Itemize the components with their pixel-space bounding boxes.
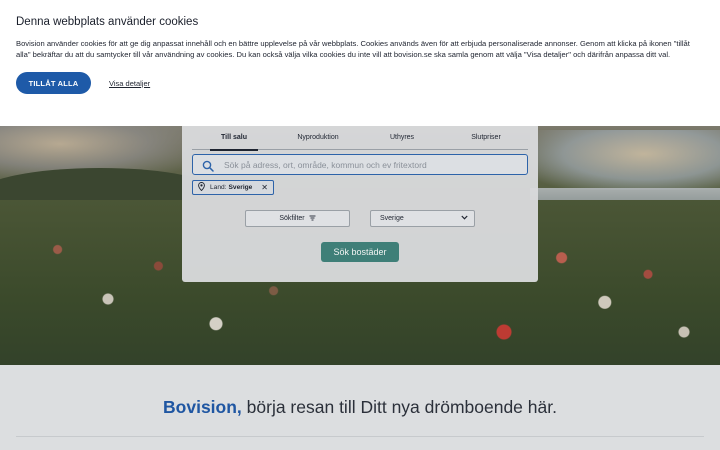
close-icon[interactable]: ✕: [261, 183, 268, 192]
search-box[interactable]: [192, 154, 528, 175]
tagline-text: börja resan till Ditt nya drömboende här…: [241, 397, 557, 417]
tab-till-salu[interactable]: Till salu: [192, 134, 276, 151]
search-submit-button[interactable]: Sök bostäder: [321, 242, 399, 262]
tagline-section: Bovision, börja resan till Ditt nya dröm…: [0, 365, 720, 450]
cookie-banner: Denna webbplats använder cookies Bovisio…: [0, 0, 720, 126]
search-icon: [202, 159, 214, 172]
chip-label: Land:: [210, 184, 227, 191]
tagline: Bovision, börja resan till Ditt nya dröm…: [0, 397, 720, 418]
country-chip[interactable]: Land: Sverige ✕: [192, 180, 274, 195]
filter-icon: [309, 215, 316, 223]
show-details-link[interactable]: Visa detaljer: [109, 79, 150, 88]
search-tabs: Till salu Nyproduktion Uthyres Slutprise…: [192, 134, 528, 151]
country-select-value: Sverige: [380, 215, 404, 222]
search-input[interactable]: [224, 159, 524, 170]
cookie-text: Bovision använder cookies för att ge dig…: [16, 39, 690, 59]
tagline-brand: Bovision,: [163, 397, 242, 417]
tab-nyproduktion[interactable]: Nyproduktion: [276, 134, 360, 149]
tab-slutpriser[interactable]: Slutpriser: [444, 134, 528, 149]
accept-all-button[interactable]: TILLÅT ALLA: [16, 72, 91, 94]
hero-sky-right: [530, 130, 720, 190]
search-filter-button[interactable]: Sökfilter: [245, 210, 350, 227]
cookie-actions: TILLÅT ALLA Visa detaljer: [16, 72, 704, 94]
tab-uthyres[interactable]: Uthyres: [360, 134, 444, 149]
divider: [16, 436, 704, 437]
location-pin-icon: [198, 182, 205, 193]
chip-value: Sverige: [228, 184, 253, 191]
cookie-title: Denna webbplats använder cookies: [16, 16, 199, 28]
filter-label: Sökfilter: [279, 215, 305, 222]
search-panel: Till salu Nyproduktion Uthyres Slutprise…: [182, 126, 538, 282]
chevron-down-icon: [461, 215, 468, 222]
country-select[interactable]: Sverige: [370, 210, 475, 227]
